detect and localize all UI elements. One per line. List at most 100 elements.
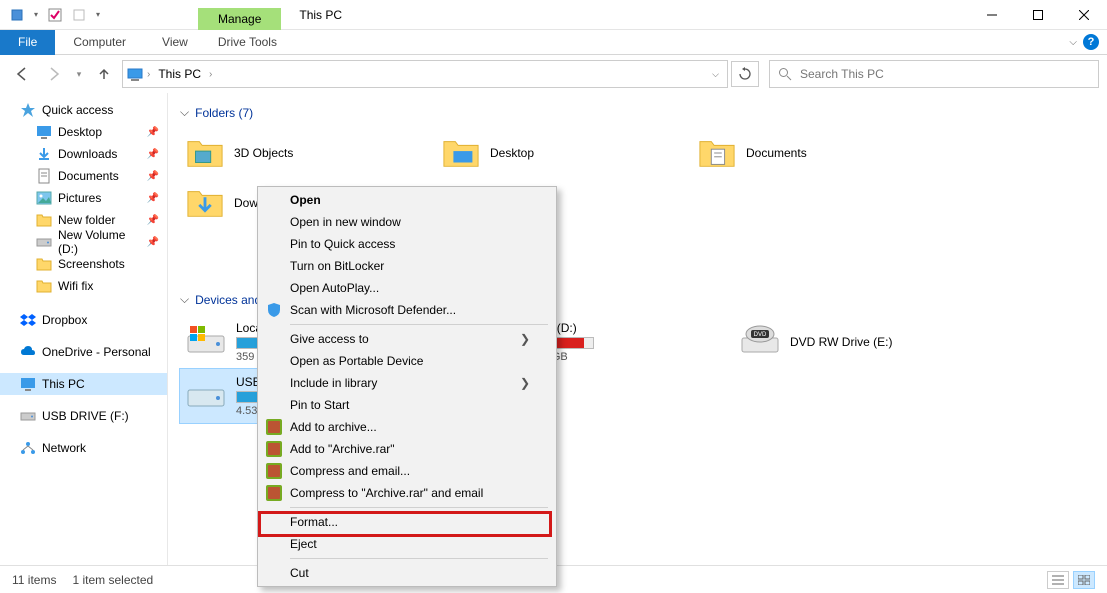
drive-tools-tab[interactable]: Drive Tools <box>200 30 295 55</box>
drive-icon <box>186 322 226 362</box>
ctx-pin-quick-access[interactable]: Pin to Quick access <box>260 233 554 255</box>
ctx-add-rar[interactable]: Add to "Archive.rar" <box>260 438 554 460</box>
sidebar-item-desktop[interactable]: Desktop📌 <box>0 121 167 143</box>
computer-tab[interactable]: Computer <box>55 30 144 55</box>
ribbon: File Computer View Drive Tools ⌵ ? <box>0 30 1107 55</box>
folder-desktop[interactable]: Desktop <box>436 128 692 178</box>
chevron-right-icon[interactable]: › <box>147 69 150 80</box>
sidebar-usb-drive[interactable]: USB DRIVE (F:) <box>0 405 167 427</box>
close-button[interactable] <box>1061 0 1107 30</box>
rar-icon <box>266 463 282 479</box>
sidebar-item-new-volume[interactable]: New Volume (D:)📌 <box>0 231 167 253</box>
drive-icon <box>36 234 52 250</box>
back-button[interactable] <box>8 60 36 88</box>
ctx-pin-start[interactable]: Pin to Start <box>260 394 554 416</box>
folder-label: Desktop <box>490 146 534 160</box>
download-icon <box>36 146 52 162</box>
qat-new-icon[interactable] <box>68 4 90 26</box>
minimize-button[interactable] <box>969 0 1015 30</box>
chevron-right-icon[interactable]: › <box>209 69 212 80</box>
folder-label: 3D Objects <box>234 146 293 160</box>
pin-icon: 📌 <box>147 215 159 226</box>
folder-icon <box>442 134 480 172</box>
rar-icon <box>266 419 282 435</box>
help-icon[interactable]: ? <box>1083 34 1099 50</box>
search-input[interactable]: Search This PC <box>769 60 1099 88</box>
monitor-icon <box>36 124 52 140</box>
sidebar-onedrive[interactable]: OneDrive - Personal <box>0 341 167 363</box>
folder-3d-objects[interactable]: 3D Objects <box>180 128 436 178</box>
ctx-eject[interactable]: Eject <box>260 533 554 555</box>
tiles-view-button[interactable] <box>1073 571 1095 589</box>
navigation-bar: ▾ › This PC › ⌵ Search This PC <box>0 55 1107 93</box>
window-title: This PC <box>281 8 969 22</box>
qat-dropdown-1[interactable]: ▾ <box>30 4 42 26</box>
maximize-button[interactable] <box>1015 0 1061 30</box>
separator <box>290 558 548 559</box>
drive-dvd-rw-e[interactable]: DVD DVD RW Drive (E:) <box>734 315 990 369</box>
ctx-open[interactable]: Open <box>260 189 554 211</box>
qat-properties-icon[interactable] <box>44 4 66 26</box>
search-placeholder: Search This PC <box>800 67 884 81</box>
folder-icon <box>36 256 52 272</box>
document-icon <box>36 168 52 184</box>
sidebar-network[interactable]: Network <box>0 437 167 459</box>
ctx-compress-email[interactable]: Compress and email... <box>260 460 554 482</box>
qat-pin-icon[interactable] <box>6 4 28 26</box>
quick-access-toolbar: ▾ ▾ <box>0 4 110 26</box>
sidebar-quick-access[interactable]: Quick access <box>0 99 167 121</box>
title-bar: ▾ ▾ Manage This PC <box>0 0 1107 30</box>
refresh-button[interactable] <box>731 61 759 87</box>
shield-icon <box>266 302 282 318</box>
ctx-give-access[interactable]: Give access to❯ <box>260 328 554 350</box>
ctx-open-new-window[interactable]: Open in new window <box>260 211 554 233</box>
sidebar-item-screenshots[interactable]: Screenshots <box>0 253 167 275</box>
sidebar-dropbox[interactable]: Dropbox <box>0 309 167 331</box>
search-icon <box>778 67 792 81</box>
ctx-portable-device[interactable]: Open as Portable Device <box>260 350 554 372</box>
network-icon <box>20 440 36 456</box>
sidebar-label: Pictures <box>58 191 101 205</box>
forward-button[interactable] <box>40 60 68 88</box>
sidebar-label: New Volume (D:) <box>58 228 141 256</box>
address-dropdown-icon[interactable]: ⌵ <box>708 69 723 80</box>
pin-icon: 📌 <box>147 149 159 160</box>
sidebar-item-downloads[interactable]: Downloads 📌 <box>0 143 167 165</box>
ctx-autoplay[interactable]: Open AutoPlay... <box>260 277 554 299</box>
file-tab[interactable]: File <box>0 30 55 55</box>
ctx-bitlocker[interactable]: Turn on BitLocker <box>260 255 554 277</box>
this-pc-icon <box>127 66 143 82</box>
qat-dropdown-2[interactable]: ▾ <box>92 4 104 26</box>
folder-documents[interactable]: Documents <box>692 128 948 178</box>
chevron-down-icon: ⌵ <box>180 105 189 120</box>
folder-icon <box>698 134 736 172</box>
section-title: Folders (7) <box>195 106 253 120</box>
folder-label: Documents <box>746 146 807 160</box>
rar-icon <box>266 485 282 501</box>
view-tab[interactable]: View <box>144 30 206 55</box>
sidebar-this-pc[interactable]: This PC <box>0 373 167 395</box>
sidebar-label: Documents <box>58 169 119 183</box>
breadcrumb-this-pc[interactable]: This PC <box>154 67 205 81</box>
sidebar-label: Quick access <box>42 103 113 117</box>
ctx-cut[interactable]: Cut <box>260 562 554 584</box>
folders-section-header[interactable]: ⌵ Folders (7) <box>180 105 1095 120</box>
expand-ribbon-icon[interactable]: ⌵ <box>1069 37 1077 48</box>
details-view-button[interactable] <box>1047 571 1069 589</box>
ctx-compress-rar-email[interactable]: Compress to "Archive.rar" and email <box>260 482 554 504</box>
sidebar-label: Downloads <box>58 147 117 161</box>
chevron-down-icon: ⌵ <box>180 292 189 307</box>
sidebar-item-pictures[interactable]: Pictures📌 <box>0 187 167 209</box>
ctx-defender[interactable]: Scan with Microsoft Defender... <box>260 299 554 321</box>
ctx-include-library[interactable]: Include in library❯ <box>260 372 554 394</box>
status-selection-count: 1 item selected <box>72 573 153 587</box>
address-bar[interactable]: › This PC › ⌵ <box>122 60 728 88</box>
manage-contextual-tab[interactable]: Manage <box>198 8 281 30</box>
sidebar-item-wifi-fix[interactable]: Wifi fix <box>0 275 167 297</box>
ctx-add-archive[interactable]: Add to archive... <box>260 416 554 438</box>
ctx-format[interactable]: Format... <box>260 511 554 533</box>
sidebar-item-documents[interactable]: Documents📌 <box>0 165 167 187</box>
up-button[interactable] <box>90 60 118 88</box>
recent-locations-button[interactable]: ▾ <box>72 60 86 88</box>
drive-icon <box>20 408 36 424</box>
